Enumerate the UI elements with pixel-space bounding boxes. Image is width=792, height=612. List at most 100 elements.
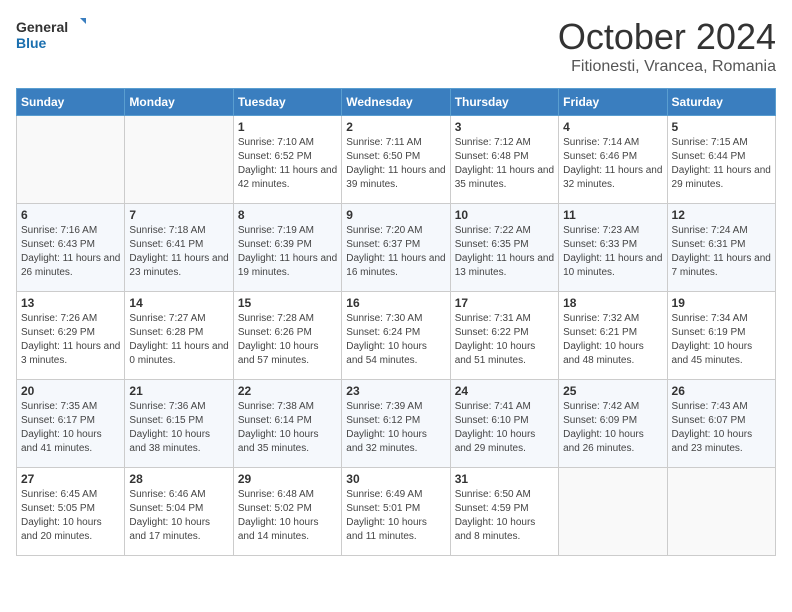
sunset-text: Sunset: 6:29 PM bbox=[21, 327, 95, 338]
calendar-week-row: 20 Sunrise: 7:35 AM Sunset: 6:17 PM Dayl… bbox=[17, 380, 776, 468]
location-subtitle: Fitionesti, Vrancea, Romania bbox=[558, 58, 776, 76]
day-number: 13 bbox=[21, 296, 120, 310]
daylight-text: Daylight: 10 hours and 14 minutes. bbox=[238, 517, 319, 542]
day-info: Sunrise: 7:30 AM Sunset: 6:24 PM Dayligh… bbox=[346, 312, 445, 368]
sunrise-text: Sunrise: 7:12 AM bbox=[455, 137, 531, 148]
calendar-cell: 7 Sunrise: 7:18 AM Sunset: 6:41 PM Dayli… bbox=[125, 204, 233, 292]
calendar-cell: 3 Sunrise: 7:12 AM Sunset: 6:48 PM Dayli… bbox=[450, 116, 558, 204]
sunrise-text: Sunrise: 7:26 AM bbox=[21, 313, 97, 324]
day-info: Sunrise: 7:11 AM Sunset: 6:50 PM Dayligh… bbox=[346, 136, 445, 192]
daylight-text: Daylight: 11 hours and 7 minutes. bbox=[672, 253, 771, 278]
calendar-cell: 14 Sunrise: 7:27 AM Sunset: 6:28 PM Dayl… bbox=[125, 292, 233, 380]
calendar-cell: 20 Sunrise: 7:35 AM Sunset: 6:17 PM Dayl… bbox=[17, 380, 125, 468]
daylight-text: Daylight: 11 hours and 23 minutes. bbox=[129, 253, 228, 278]
sunset-text: Sunset: 6:15 PM bbox=[129, 415, 203, 426]
day-info: Sunrise: 7:36 AM Sunset: 6:15 PM Dayligh… bbox=[129, 400, 228, 456]
sunset-text: Sunset: 6:14 PM bbox=[238, 415, 312, 426]
day-number: 4 bbox=[563, 120, 662, 134]
weekday-header: Sunday bbox=[17, 89, 125, 116]
daylight-text: Daylight: 10 hours and 57 minutes. bbox=[238, 341, 319, 366]
daylight-text: Daylight: 11 hours and 10 minutes. bbox=[563, 253, 662, 278]
day-number: 12 bbox=[672, 208, 771, 222]
sunset-text: Sunset: 6:10 PM bbox=[455, 415, 529, 426]
sunset-text: Sunset: 6:39 PM bbox=[238, 239, 312, 250]
sunset-text: Sunset: 5:02 PM bbox=[238, 503, 312, 514]
calendar-cell: 30 Sunrise: 6:49 AM Sunset: 5:01 PM Dayl… bbox=[342, 468, 450, 556]
day-number: 5 bbox=[672, 120, 771, 134]
day-info: Sunrise: 7:15 AM Sunset: 6:44 PM Dayligh… bbox=[672, 136, 771, 192]
sunset-text: Sunset: 6:52 PM bbox=[238, 151, 312, 162]
sunset-text: Sunset: 6:21 PM bbox=[563, 327, 637, 338]
day-info: Sunrise: 7:22 AM Sunset: 6:35 PM Dayligh… bbox=[455, 224, 554, 280]
sunset-text: Sunset: 6:09 PM bbox=[563, 415, 637, 426]
calendar-cell: 26 Sunrise: 7:43 AM Sunset: 6:07 PM Dayl… bbox=[667, 380, 775, 468]
sunrise-text: Sunrise: 7:20 AM bbox=[346, 225, 422, 236]
sunrise-text: Sunrise: 7:10 AM bbox=[238, 137, 314, 148]
sunrise-text: Sunrise: 7:27 AM bbox=[129, 313, 205, 324]
sunrise-text: Sunrise: 7:34 AM bbox=[672, 313, 748, 324]
calendar-cell: 2 Sunrise: 7:11 AM Sunset: 6:50 PM Dayli… bbox=[342, 116, 450, 204]
sunset-text: Sunset: 6:28 PM bbox=[129, 327, 203, 338]
sunset-text: Sunset: 6:37 PM bbox=[346, 239, 420, 250]
daylight-text: Daylight: 11 hours and 39 minutes. bbox=[346, 165, 445, 190]
day-info: Sunrise: 7:34 AM Sunset: 6:19 PM Dayligh… bbox=[672, 312, 771, 368]
weekday-header: Tuesday bbox=[233, 89, 341, 116]
title-block: October 2024 Fitionesti, Vrancea, Romani… bbox=[558, 16, 776, 76]
sunset-text: Sunset: 6:07 PM bbox=[672, 415, 746, 426]
sunrise-text: Sunrise: 6:46 AM bbox=[129, 489, 205, 500]
sunrise-text: Sunrise: 7:22 AM bbox=[455, 225, 531, 236]
sunset-text: Sunset: 6:24 PM bbox=[346, 327, 420, 338]
day-number: 25 bbox=[563, 384, 662, 398]
day-info: Sunrise: 7:31 AM Sunset: 6:22 PM Dayligh… bbox=[455, 312, 554, 368]
day-number: 9 bbox=[346, 208, 445, 222]
sunrise-text: Sunrise: 7:35 AM bbox=[21, 401, 97, 412]
day-number: 14 bbox=[129, 296, 228, 310]
sunset-text: Sunset: 6:43 PM bbox=[21, 239, 95, 250]
sunset-text: Sunset: 6:19 PM bbox=[672, 327, 746, 338]
sunset-text: Sunset: 5:01 PM bbox=[346, 503, 420, 514]
weekday-header: Saturday bbox=[667, 89, 775, 116]
day-info: Sunrise: 7:10 AM Sunset: 6:52 PM Dayligh… bbox=[238, 136, 337, 192]
page-header: General Blue October 2024 Fitionesti, Vr… bbox=[16, 16, 776, 76]
calendar-cell: 1 Sunrise: 7:10 AM Sunset: 6:52 PM Dayli… bbox=[233, 116, 341, 204]
sunset-text: Sunset: 6:50 PM bbox=[346, 151, 420, 162]
day-info: Sunrise: 7:41 AM Sunset: 6:10 PM Dayligh… bbox=[455, 400, 554, 456]
calendar-cell bbox=[667, 468, 775, 556]
calendar-cell: 5 Sunrise: 7:15 AM Sunset: 6:44 PM Dayli… bbox=[667, 116, 775, 204]
sunrise-text: Sunrise: 7:18 AM bbox=[129, 225, 205, 236]
calendar-cell: 22 Sunrise: 7:38 AM Sunset: 6:14 PM Dayl… bbox=[233, 380, 341, 468]
calendar-cell: 4 Sunrise: 7:14 AM Sunset: 6:46 PM Dayli… bbox=[559, 116, 667, 204]
day-number: 27 bbox=[21, 472, 120, 486]
sunset-text: Sunset: 6:12 PM bbox=[346, 415, 420, 426]
day-number: 29 bbox=[238, 472, 337, 486]
calendar-cell: 25 Sunrise: 7:42 AM Sunset: 6:09 PM Dayl… bbox=[559, 380, 667, 468]
logo: General Blue bbox=[16, 16, 86, 56]
daylight-text: Daylight: 10 hours and 41 minutes. bbox=[21, 429, 102, 454]
day-info: Sunrise: 7:24 AM Sunset: 6:31 PM Dayligh… bbox=[672, 224, 771, 280]
day-number: 19 bbox=[672, 296, 771, 310]
calendar-cell: 8 Sunrise: 7:19 AM Sunset: 6:39 PM Dayli… bbox=[233, 204, 341, 292]
sunrise-text: Sunrise: 7:23 AM bbox=[563, 225, 639, 236]
day-info: Sunrise: 7:39 AM Sunset: 6:12 PM Dayligh… bbox=[346, 400, 445, 456]
day-info: Sunrise: 6:49 AM Sunset: 5:01 PM Dayligh… bbox=[346, 488, 445, 544]
day-number: 20 bbox=[21, 384, 120, 398]
daylight-text: Daylight: 11 hours and 26 minutes. bbox=[21, 253, 120, 278]
calendar-cell bbox=[559, 468, 667, 556]
sunrise-text: Sunrise: 7:36 AM bbox=[129, 401, 205, 412]
sunrise-text: Sunrise: 6:48 AM bbox=[238, 489, 314, 500]
daylight-text: Daylight: 11 hours and 16 minutes. bbox=[346, 253, 445, 278]
daylight-text: Daylight: 10 hours and 54 minutes. bbox=[346, 341, 427, 366]
calendar-cell: 24 Sunrise: 7:41 AM Sunset: 6:10 PM Dayl… bbox=[450, 380, 558, 468]
calendar-table: SundayMondayTuesdayWednesdayThursdayFrid… bbox=[16, 88, 776, 556]
day-info: Sunrise: 7:43 AM Sunset: 6:07 PM Dayligh… bbox=[672, 400, 771, 456]
sunrise-text: Sunrise: 7:41 AM bbox=[455, 401, 531, 412]
calendar-cell: 19 Sunrise: 7:34 AM Sunset: 6:19 PM Dayl… bbox=[667, 292, 775, 380]
weekday-header: Monday bbox=[125, 89, 233, 116]
day-number: 21 bbox=[129, 384, 228, 398]
day-info: Sunrise: 7:38 AM Sunset: 6:14 PM Dayligh… bbox=[238, 400, 337, 456]
day-info: Sunrise: 7:18 AM Sunset: 6:41 PM Dayligh… bbox=[129, 224, 228, 280]
calendar-cell: 21 Sunrise: 7:36 AM Sunset: 6:15 PM Dayl… bbox=[125, 380, 233, 468]
daylight-text: Daylight: 11 hours and 32 minutes. bbox=[563, 165, 662, 190]
daylight-text: Daylight: 10 hours and 32 minutes. bbox=[346, 429, 427, 454]
calendar-cell: 6 Sunrise: 7:16 AM Sunset: 6:43 PM Dayli… bbox=[17, 204, 125, 292]
